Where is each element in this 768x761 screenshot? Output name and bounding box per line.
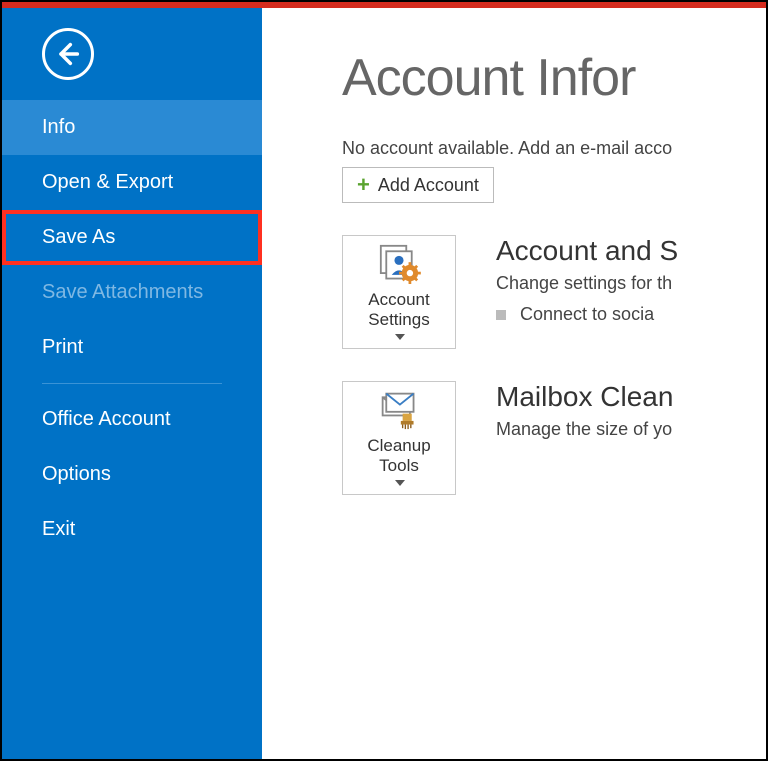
plus-icon: + — [357, 174, 370, 196]
cleanup-title: Mailbox Clean — [496, 381, 766, 413]
nav-save-attachments: Save Attachments — [2, 265, 262, 320]
main-panel: Account Infor No account available. Add … — [262, 8, 766, 759]
arrow-left-icon — [54, 40, 82, 68]
add-account-button[interactable]: + Add Account — [342, 167, 494, 203]
nav-open-export[interactable]: Open & Export — [2, 155, 262, 210]
cleanup-tools-icon — [377, 390, 421, 430]
nav-label: Exit — [42, 518, 75, 540]
chevron-down-icon — [395, 480, 405, 486]
tile-label-text: Cleanup Tools — [347, 436, 451, 477]
no-account-text: No account available. Add an e-mail acco — [342, 138, 766, 159]
nav-label: Office Account — [42, 408, 171, 430]
connect-social-link[interactable]: Connect to socia — [496, 304, 766, 325]
add-account-label: Add Account — [378, 175, 479, 196]
nav-office-account[interactable]: Office Account — [2, 392, 262, 447]
account-settings-desc: Change settings for th — [496, 273, 766, 294]
nav-separator — [42, 383, 222, 384]
nav-print[interactable]: Print — [2, 320, 262, 375]
square-bullet-icon — [496, 310, 506, 320]
account-settings-icon — [377, 244, 421, 284]
nav-label: Options — [42, 463, 111, 485]
nav-label: Save Attachments — [42, 281, 203, 303]
cleanup-tools-tile[interactable]: Cleanup Tools — [342, 381, 456, 495]
bullet-text: Connect to socia — [520, 304, 654, 325]
account-settings-tile[interactable]: Account Settings — [342, 235, 456, 349]
backstage-sidebar: Info Open & Export Save As Save Attachme… — [2, 8, 262, 759]
nav-options[interactable]: Options — [2, 447, 262, 502]
nav-exit[interactable]: Exit — [2, 502, 262, 557]
cleanup-desc: Manage the size of yo — [496, 419, 766, 440]
nav-label: Save As — [42, 226, 115, 248]
nav-label: Info — [42, 116, 75, 138]
nav-info[interactable]: Info — [2, 100, 262, 155]
nav-save-as[interactable]: Save As — [2, 210, 262, 265]
nav-label: Print — [42, 336, 83, 358]
account-settings-title: Account and S — [496, 235, 766, 267]
page-title: Account Infor — [342, 48, 766, 108]
nav-label: Open & Export — [42, 171, 173, 193]
tile-label-text: Account Settings — [347, 290, 451, 331]
section-cleanup: Cleanup Tools Mailbox Clean Manage the s… — [342, 381, 766, 495]
section-account-settings: Account Settings Account and S Change se… — [342, 235, 766, 349]
back-button[interactable] — [42, 28, 94, 80]
chevron-down-icon — [395, 334, 405, 340]
